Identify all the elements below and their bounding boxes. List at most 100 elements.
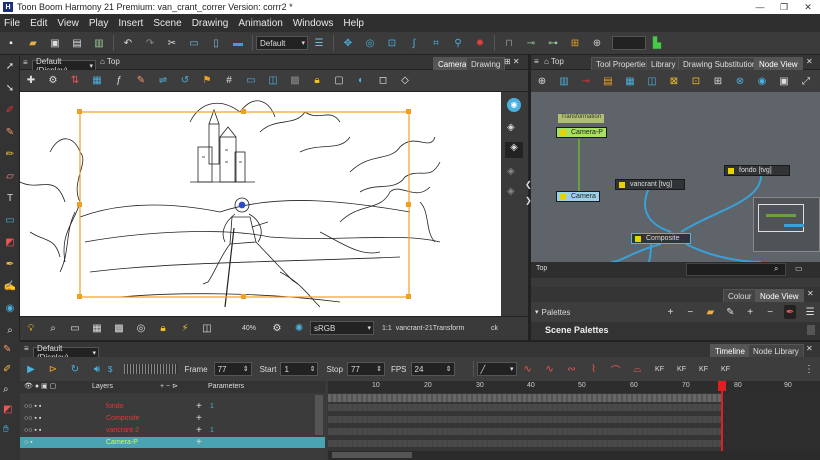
settings-icon[interactable]: ⚙ [46,74,60,88]
menu-view[interactable]: View [53,18,85,29]
colorspace-dropdown[interactable]: sRGB ▾ [310,321,375,335]
import-icon[interactable]: ▥ [92,36,106,50]
frame-ruler[interactable]: 10 20 30 40 50 60 70 80 90 [328,381,820,393]
timeline-frames[interactable]: 10 20 30 40 50 60 70 80 90 [328,381,820,460]
render-icon[interactable]: ◇ [398,74,412,88]
scrollbar[interactable] [315,395,323,435]
layer-name[interactable]: Camera-P [106,439,138,446]
navigator-viewport[interactable] [758,204,804,232]
pivot-icon[interactable]: ✹ [473,36,487,50]
fps-input[interactable]: 24 ⇕ [410,362,455,376]
safe-area-icon[interactable]: ▭ [244,74,258,88]
envelope-icon[interactable]: ⌗ [429,36,443,50]
layer-row-selected[interactable]: ○ ▪ Camera-P + [20,437,325,448]
menu-edit[interactable]: Edit [26,18,53,29]
add-param-icon[interactable]: + [196,413,202,424]
menu-insert[interactable]: Insert [114,18,149,29]
tab-drawing[interactable]: Drawing [466,57,506,70]
layer-name[interactable]: Composite [106,415,139,422]
paint-bucket-icon[interactable]: ◩ [3,404,12,415]
new-scene-icon[interactable]: ▪ [4,36,18,50]
sort-icon[interactable]: ⇅ [68,74,82,88]
cutter-tool-icon[interactable]: ✐ [0,99,20,121]
node-vancrant[interactable]: vancrant [tvg] [615,179,685,190]
settings-icon[interactable]: ⚙ [270,321,284,335]
function-icon[interactable]: ƒ [112,74,126,88]
open-folder-icon[interactable]: ▰ [26,36,40,50]
output-icon[interactable]: ▣ [777,74,791,88]
redo-icon[interactable]: ↷ [143,36,157,50]
save-as-icon[interactable]: ▤ [70,36,84,50]
edit-icon[interactable]: ✎ [724,305,736,319]
onion-skin-icon[interactable]: ✚ [24,74,38,88]
select-tool-icon[interactable]: ➚ [0,55,20,77]
brush-tool-icon[interactable]: ✎ [0,121,20,143]
stop-motion-icon[interactable]: ∾ [565,362,579,376]
remove-color-icon[interactable]: − [764,305,776,319]
copy-icon[interactable]: ▭ [187,36,201,50]
rotate-icon[interactable]: ◎ [363,36,377,50]
node-graph[interactable]: Transformation Camera-P Camera vancrant … [531,92,820,262]
field-guide-icon[interactable]: ◫ [266,74,280,88]
tab-node-library[interactable]: Node Library [748,344,804,357]
panel-menu-icon[interactable]: ⊞ ✕ [504,57,520,66]
snap-icon[interactable]: ⊕ [590,36,604,50]
zoom-level[interactable]: 40% [242,325,256,332]
folder-icon[interactable]: ▰ [704,305,716,319]
transform-icon[interactable]: ✥ [341,36,355,50]
contour-editor-icon[interactable]: ➘ [0,77,20,99]
undo-icon[interactable]: ↶ [121,36,135,50]
color-space-icon[interactable]: ✺ [292,321,306,335]
node-view-menu-icon[interactable]: ▭ [795,264,803,273]
layer-toggles[interactable]: ○○ ▪ ▪ [24,427,104,434]
close-button[interactable]: ✕ [796,0,820,14]
add-param-icon[interactable]: + [196,425,202,436]
close-icon[interactable]: ✕ [806,57,813,66]
frame-track[interactable] [328,428,723,435]
highlighter-icon[interactable]: ✐ [3,364,11,375]
render-toggle-icon[interactable]: ◫ [200,321,214,335]
layer-toggles[interactable]: ○○ ▪ ▪ [24,415,104,422]
fit-icon[interactable]: ⤢ [799,74,813,88]
paste-keyframe-icon[interactable]: KF [719,362,733,376]
layer-stack-active-icon[interactable]: ◈ [505,142,523,158]
eyedropper-icon[interactable]: ✒ [784,305,797,319]
light-table-icon[interactable]: ▢ [332,74,346,88]
remove-keyframe-icon[interactable]: KF [675,362,689,376]
close-icon[interactable]: ✕ [806,344,813,353]
brush-stroke-icon[interactable]: ✎ [134,74,148,88]
menu-scene[interactable]: Scene [149,18,187,29]
onion-toggle-icon[interactable]: ◎ [134,321,148,335]
layer-name[interactable]: fondo [106,403,124,410]
node-search-input[interactable] [686,263,786,276]
lock-icon[interactable]: 🔒︎ [310,74,324,88]
menu-animation[interactable]: Animation [234,18,288,29]
motion-path-icon[interactable]: ⊸ [524,36,538,50]
timeline-menu-icon[interactable]: ⋮ [802,362,816,376]
tab-drawing-substitutions[interactable]: Drawing Substitutions [678,57,766,70]
layer-toggles[interactable]: ○○ ▪ ▪ [24,403,104,410]
frame-handle[interactable] [241,109,246,114]
frame-track[interactable] [328,440,723,447]
frame-handle[interactable] [406,109,411,114]
composite-icon[interactable]: ▦ [623,74,637,88]
ease-out-icon[interactable]: ∿ [543,362,557,376]
splitter[interactable] [531,278,820,287]
add-param-icon[interactable]: + [196,401,202,412]
panel-menu-icon[interactable]: ≡ [534,57,539,66]
deformer-icon[interactable]: ◉ [755,74,769,88]
layer-stack-icon[interactable]: ◈ [507,166,515,177]
grid-toggle-icon[interactable]: ▦ [90,321,104,335]
workspace-icon[interactable]: ▬ [231,36,245,50]
flash-icon[interactable]: ⚡︎ [178,321,192,335]
hand-tool-icon[interactable]: ✋︎ [3,424,9,435]
backdrop-icon[interactable]: ◫ [645,74,659,88]
tab-library[interactable]: Library [646,57,681,70]
paint-tool-icon[interactable]: ◩ [0,231,20,253]
pen-icon[interactable]: ✎ [3,344,11,355]
grid-icon[interactable]: # [222,74,236,88]
frame-handle[interactable] [77,109,82,114]
zoom-tool-icon[interactable]: ⌕ [3,384,9,395]
palette-menu-icon[interactable]: ☰ [804,305,816,319]
layer-name[interactable]: vancrant-2 [106,427,139,434]
